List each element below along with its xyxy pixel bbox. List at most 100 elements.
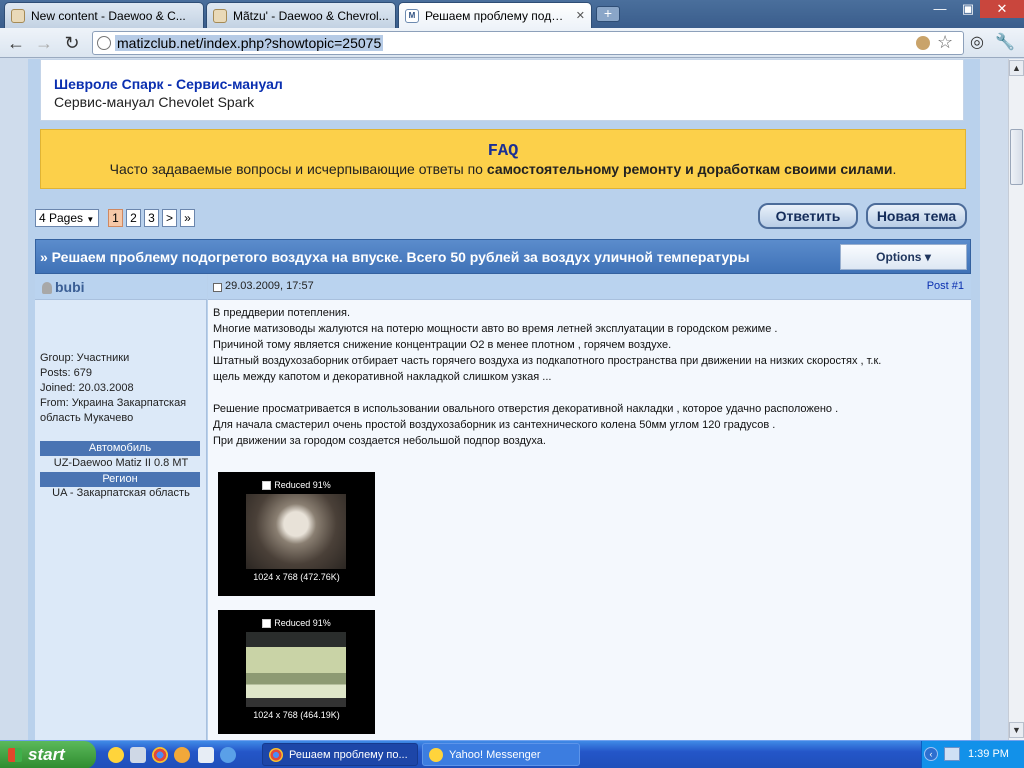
maximize-button[interactable]: ▣ <box>954 0 982 18</box>
zoom-icon <box>262 619 272 629</box>
task-label: Yahoo! Messenger <box>449 749 541 761</box>
close-window-button[interactable]: ✕ <box>980 0 1024 18</box>
cookie-blocked-icon[interactable] <box>916 36 930 50</box>
user-offline-icon <box>42 282 52 294</box>
post-line: В преддверии потепления. <box>213 307 351 319</box>
wrench-icon[interactable]: 🔧 <box>994 32 1016 54</box>
topic-title: » Решаем проблему подогретого воздуха на… <box>40 249 750 265</box>
car-value: UZ-Daewoo Matiz II 0.8 MT <box>53 457 189 469</box>
browser-tab-matzu[interactable]: Mãtzu' - Daewoo & Chevrol... <box>206 2 396 28</box>
windows-logo-icon <box>8 748 22 762</box>
post-line: Многие матизоводы жалуются на потерю мощ… <box>213 323 778 335</box>
new-tab-button[interactable]: + <box>596 6 620 22</box>
author-name[interactable]: bubi <box>55 279 85 295</box>
attached-image-thumbnail[interactable]: Reduced 91% 1024 x 768 (464.19K) <box>218 610 375 734</box>
internet-explorer-icon[interactable] <box>220 747 236 763</box>
scroll-up-icon[interactable]: ▲ <box>1009 60 1024 76</box>
chrome-icon <box>269 748 283 762</box>
minimize-button[interactable]: — <box>926 0 954 18</box>
post-line: щель между капотом и декоративной наклад… <box>213 371 552 383</box>
reduced-text: Reduced 91% <box>274 480 331 490</box>
document-icon[interactable] <box>198 747 214 763</box>
tab-title: Решаем проблему подогр... <box>425 8 570 23</box>
yahoo-messenger-icon[interactable] <box>108 747 124 763</box>
region-label: Регион <box>40 472 200 487</box>
author-group: Group: Участники <box>40 352 130 364</box>
vertical-scrollbar[interactable]: ▲ ▼ <box>1008 59 1024 740</box>
network-icon[interactable] <box>944 747 960 761</box>
chrome-icon[interactable] <box>152 747 168 763</box>
author-posts: Posts: 679 <box>40 367 92 379</box>
announcement-box: Шевроле Спарк - Сервис-мануал Сервис-ман… <box>40 59 964 121</box>
faq-title[interactable]: FAQ <box>41 142 965 161</box>
tab-title: Mãtzu' - Daewoo & Chevrol... <box>233 8 389 23</box>
post-header: 29.03.2009, 17:57 Post #1 <box>208 274 971 300</box>
bumper-photo <box>246 632 346 707</box>
address-bar[interactable]: matizclub.net/index.php?showtopic=25075 … <box>92 31 964 55</box>
post-line: При движении за городом создается неболь… <box>213 435 546 447</box>
post-line: Для начала смастерил очень простой возду… <box>213 419 776 431</box>
tab-strip: New content - Daewoo & C... Mãtzu' - Dae… <box>0 0 1024 28</box>
tab-title: New content - Daewoo & C... <box>31 8 186 23</box>
firefox-icon[interactable] <box>174 747 190 763</box>
browser-tab-active[interactable]: M Решаем проблему подогр... ✕ <box>398 2 592 28</box>
new-topic-button[interactable]: Новая тема <box>866 203 967 229</box>
reload-icon[interactable]: ↻ <box>61 32 83 54</box>
bookmark-star-icon[interactable]: ☆ <box>937 32 953 53</box>
daewoo-favicon-icon <box>213 8 227 23</box>
page-viewport: Шевроле Спарк - Сервис-мануал Сервис-ман… <box>0 59 1008 740</box>
attached-image-thumbnail[interactable]: Reduced 91% 1024 x 768 (472.76K) <box>218 472 375 596</box>
scroll-down-icon[interactable]: ▼ <box>1009 722 1024 738</box>
forward-arrow-icon[interactable]: → <box>33 32 55 54</box>
url-text[interactable]: matizclub.net/index.php?showtopic=25075 <box>115 35 384 51</box>
start-button[interactable]: start <box>0 741 96 768</box>
faq-text-end: . <box>892 161 897 177</box>
page-3-link[interactable]: 3 <box>144 209 159 227</box>
post-line: Причиной тому является снижение концентр… <box>213 339 672 351</box>
author-column: bubi Group: Участники Posts: 679 Joined:… <box>35 274 207 740</box>
reply-button[interactable]: Ответить <box>758 203 858 229</box>
faq-description: Часто задаваемые вопросы и исчерпывающие… <box>41 161 965 177</box>
taskbar-yahoo-messenger[interactable]: Yahoo! Messenger <box>422 743 580 766</box>
dropdown-arrow-icon: ▼ <box>86 215 95 224</box>
faq-banner[interactable]: FAQ Часто задаваемые вопросы и исчерпыва… <box>40 129 966 189</box>
close-tab-icon[interactable]: ✕ <box>576 9 585 22</box>
pages-dropdown[interactable]: 4 Pages ▼ <box>35 209 99 227</box>
scrollbar-thumb[interactable] <box>1010 129 1023 185</box>
globe-icon <box>97 36 111 50</box>
reduced-text: Reduced 91% <box>274 618 331 628</box>
image-caption: 1024 x 768 (472.76K) <box>253 572 340 582</box>
page-2-link[interactable]: 2 <box>126 209 141 227</box>
last-page-link[interactable]: » <box>180 209 195 227</box>
region-value: UA - Закарпатская область <box>52 487 190 499</box>
topic-title-bar: » Решаем проблему подогретого воздуха на… <box>35 239 971 274</box>
daewoo-favicon-icon <box>11 8 25 23</box>
next-page-link[interactable]: > <box>162 209 177 227</box>
post-line: Решение просматривается в использовании … <box>213 403 839 415</box>
taskbar-chrome-window[interactable]: Решаем проблему по... <box>262 743 418 766</box>
post-number-link[interactable]: Post #1 <box>927 280 964 292</box>
options-button[interactable]: Options ▾ <box>840 244 967 270</box>
pages-dropdown-label: 4 Pages <box>39 211 84 225</box>
calculator-icon[interactable] <box>130 747 146 763</box>
page-1-link[interactable]: 1 <box>108 209 123 227</box>
browser-toolbar: ← → ↻ matizclub.net/index.php?showtopic=… <box>0 28 1024 58</box>
windows-taskbar: start Решаем проблему по... Yahoo! Messe… <box>0 740 1024 768</box>
zoom-icon <box>262 481 272 491</box>
tray-expand-icon[interactable]: ‹ <box>924 747 938 761</box>
back-arrow-icon[interactable]: ← <box>5 32 27 54</box>
forum-post: bubi Group: Участники Posts: 679 Joined:… <box>35 274 971 740</box>
browser-tab-new-content[interactable]: New content - Daewoo & C... <box>4 2 204 28</box>
task-label: Решаем проблему по... <box>289 749 408 761</box>
reduced-label: Reduced 91% <box>218 480 375 491</box>
sync-icon[interactable]: ◎ <box>966 32 988 54</box>
post-date: 29.03.2009, 17:57 <box>225 280 314 292</box>
image-caption: 1024 x 768 (464.19K) <box>253 710 340 720</box>
start-label: start <box>28 745 65 764</box>
post-icon <box>213 283 222 292</box>
system-tray: ‹ 1:39 PM <box>921 741 1024 768</box>
clock[interactable]: 1:39 PM <box>968 748 1009 760</box>
author-joined: Joined: 20.03.2008 <box>40 382 134 394</box>
author-from: From: Украина Закарпатская <box>40 397 187 409</box>
service-manual-link[interactable]: Шевроле Спарк - Сервис-мануал <box>54 76 283 92</box>
